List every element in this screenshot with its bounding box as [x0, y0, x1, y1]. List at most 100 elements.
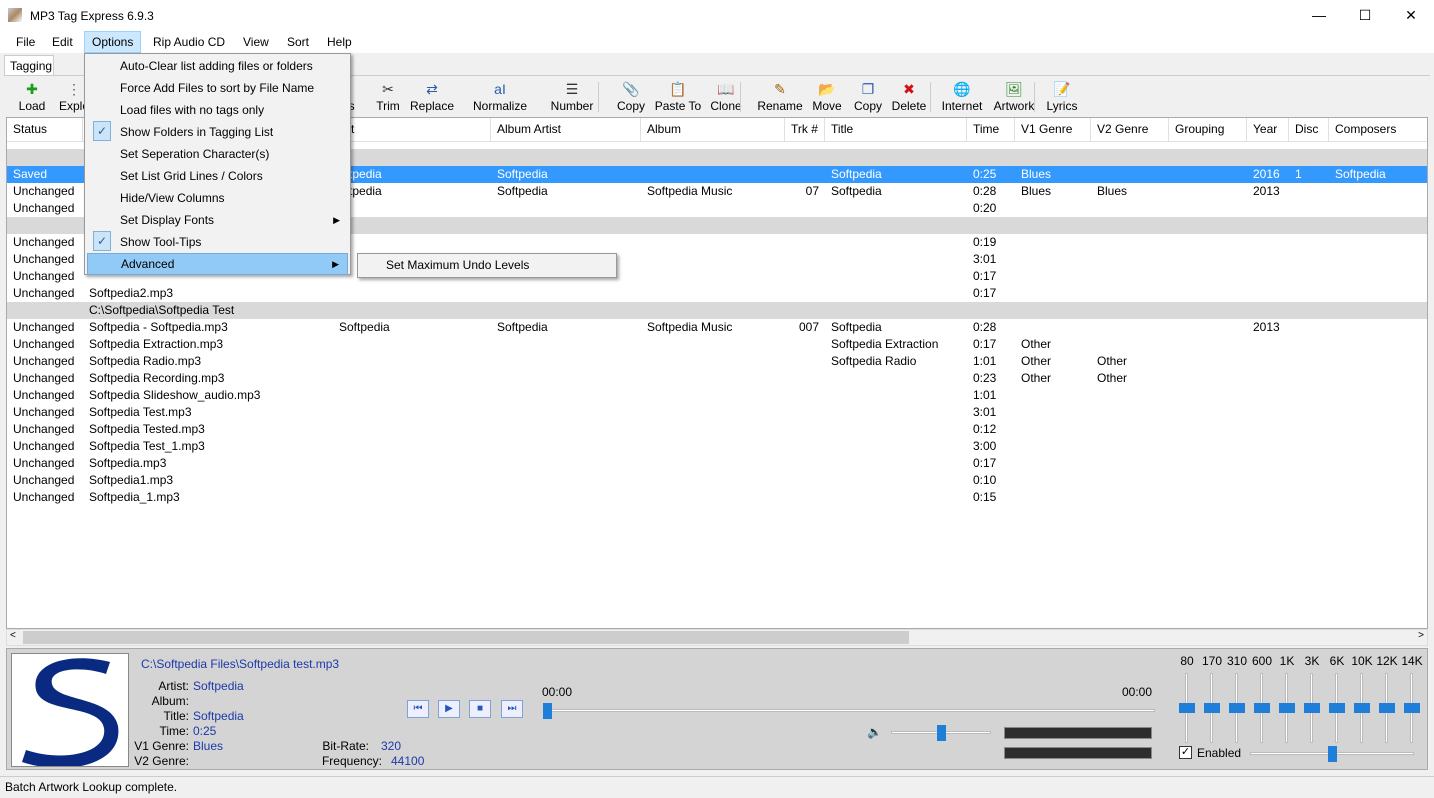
column-header-grouping[interactable]: Grouping: [1169, 118, 1247, 142]
menu-item-auto-clear-list-adding-files-or-folders[interactable]: Auto-Clear list adding files or folders: [87, 55, 348, 77]
table-row[interactable]: Unchanged Softpedia Radio.mp3 Softpedia Ra…: [7, 353, 1427, 370]
cell-album: Softpedia Music: [647, 184, 733, 198]
menu-edit[interactable]: Edit: [45, 31, 80, 53]
toolbar-lyrics-button[interactable]: 📝 Lyrics: [1044, 76, 1080, 118]
preamp-thumb[interactable]: [1328, 746, 1337, 762]
column-header-tist[interactable]: tist: [333, 118, 491, 142]
menu-item-load-files-with-no-tags-only[interactable]: Load files with no tags only: [87, 99, 348, 121]
column-header-disc[interactable]: Disc: [1289, 118, 1329, 142]
menu-item-hide-view-columns[interactable]: Hide/View Columns: [87, 187, 348, 209]
minimize-button[interactable]: —: [1296, 0, 1342, 31]
eq-band-thumb[interactable]: [1279, 703, 1295, 713]
toolbar-copy-button[interactable]: ❐ Copy: [850, 76, 886, 118]
eq-band-thumb[interactable]: [1254, 703, 1270, 713]
table-row[interactable]: Unchanged Softpedia - Softpedia.mp3 Softpe…: [7, 319, 1427, 336]
menu-options[interactable]: Options: [84, 31, 142, 53]
menu-item-label: Force Add Files to sort by File Name: [120, 81, 315, 95]
column-header-status[interactable]: Status: [7, 118, 83, 142]
seek-thumb[interactable]: [543, 703, 552, 719]
folder-group-row[interactable]: C:\Softpedia\Softpedia Test: [7, 302, 1427, 319]
horizontal-scrollbar[interactable]: < >: [6, 629, 1428, 646]
next-track-button[interactable]: ⏭: [501, 700, 523, 718]
menu-bar: File Edit Options Rip Audio CD View Sort…: [0, 31, 1434, 53]
table-row[interactable]: Unchanged Softpedia2.mp3 0:17: [7, 285, 1427, 302]
column-header-title[interactable]: Title: [825, 118, 967, 142]
toolbar-paste-to-button[interactable]: 📋 Paste To: [652, 76, 704, 118]
toolbar-load-button[interactable]: ✚ Load: [12, 76, 52, 118]
menu-sort[interactable]: Sort: [280, 31, 316, 53]
table-row[interactable]: Unchanged Softpedia.mp3 0:17: [7, 455, 1427, 472]
menu-item-force-add-files-to-sort-by-file-name[interactable]: Force Add Files to sort by File Name: [87, 77, 348, 99]
toolbar-trim-button[interactable]: ✂ Trim: [372, 76, 404, 118]
previous-track-button[interactable]: ⏮: [407, 700, 429, 718]
toolbar-normalize-button[interactable]: aI Normalize: [464, 76, 536, 118]
column-header-album[interactable]: Album: [641, 118, 785, 142]
table-row[interactable]: Unchanged Softpedia Test_1.mp3 3:00: [7, 438, 1427, 455]
eq-band-thumb[interactable]: [1204, 703, 1220, 713]
menu-file[interactable]: File: [9, 31, 42, 53]
maximize-button[interactable]: ☐: [1342, 0, 1388, 31]
seek-bar[interactable]: [547, 709, 1155, 712]
column-header-time[interactable]: Time: [967, 118, 1015, 142]
eq-band-thumb[interactable]: [1404, 703, 1420, 713]
eq-enabled-checkbox[interactable]: ✓: [1179, 746, 1192, 759]
eq-band-thumb[interactable]: [1379, 703, 1395, 713]
eq-band-thumb[interactable]: [1304, 703, 1320, 713]
column-header-v2-genre[interactable]: V2 Genre: [1091, 118, 1169, 142]
cell-status: Unchanged: [13, 405, 75, 419]
toolbar-delete-button[interactable]: ✖ Delete: [890, 76, 928, 118]
column-header-album-artist[interactable]: Album Artist: [491, 118, 641, 142]
column-header-trk[interactable]: Trk #: [785, 118, 825, 142]
cell-time: 0:25: [973, 167, 997, 181]
eq-band-label: 6K: [1329, 654, 1345, 668]
play-button[interactable]: ▶: [438, 700, 460, 718]
cell-file: Softpedia.mp3: [89, 456, 167, 470]
toolbar-copy-button[interactable]: 📎 Copy: [616, 76, 646, 118]
scroll-left-icon[interactable]: <: [10, 630, 16, 641]
toolbar-move-button[interactable]: 📂 Move: [810, 76, 844, 118]
toolbar-replace-button[interactable]: ⇄ Replace: [408, 76, 456, 118]
toolbar-artwork-button[interactable]: 🖼 Artwork: [990, 76, 1038, 118]
cell-file: Softpedia Tested.mp3: [89, 422, 205, 436]
skip-forward-icon: ⏭: [507, 703, 517, 714]
table-row[interactable]: Unchanged Softpedia Test.mp3 3:01: [7, 404, 1427, 421]
eq-band-thumb[interactable]: [1329, 703, 1345, 713]
toolbar-number-button[interactable]: ☰ Number: [544, 76, 600, 118]
eq-band-thumb[interactable]: [1179, 703, 1195, 713]
file-path-link[interactable]: C:\Softpedia Files\Softpedia test.mp3: [141, 657, 339, 671]
cell-album-artist: Softpedia: [497, 167, 548, 181]
column-header-v1-genre[interactable]: V1 Genre: [1015, 118, 1091, 142]
column-header-year[interactable]: Year: [1247, 118, 1289, 142]
table-row[interactable]: Unchanged Softpedia Recording.mp3 0:23 Othe…: [7, 370, 1427, 387]
toolbar-internet-button[interactable]: 🌐 Internet: [938, 76, 986, 118]
menu-item-show-folders-in-tagging-list[interactable]: Show Folders in Tagging List ✓: [87, 121, 348, 143]
menu-item-set-maximum-undo-levels[interactable]: Set Maximum Undo Levels: [386, 258, 529, 272]
scroll-right-icon[interactable]: >: [1418, 630, 1424, 641]
stop-button[interactable]: ■: [469, 700, 491, 718]
menu-help[interactable]: Help: [320, 31, 359, 53]
toolbar-clone-button[interactable]: 📖 Clone: [708, 76, 744, 118]
table-row[interactable]: Unchanged Softpedia_1.mp3 0:15: [7, 489, 1427, 506]
tab-tagging[interactable]: Tagging: [4, 55, 54, 76]
menu-item-set-list-grid-lines-colors[interactable]: Set List Grid Lines / Colors: [87, 165, 348, 187]
menu-rip-audio-cd[interactable]: Rip Audio CD: [146, 31, 232, 53]
volume-thumb[interactable]: [937, 725, 946, 741]
menu-item-show-tool-tips[interactable]: Show Tool-Tips ✓: [87, 231, 348, 253]
app-icon: [8, 8, 22, 22]
table-row[interactable]: Unchanged Softpedia Extraction.mp3 Softped…: [7, 336, 1427, 353]
menu-item-set-display-fonts[interactable]: Set Display Fonts ▶: [87, 209, 348, 231]
column-header-composers[interactable]: Composers: [1329, 118, 1427, 142]
toolbar-rename-button[interactable]: ✎ Rename: [756, 76, 804, 118]
cell-status: Unchanged: [13, 235, 75, 249]
menu-item-set-seperation-character-s[interactable]: Set Seperation Character(s): [87, 143, 348, 165]
scrollbar-thumb[interactable]: [23, 631, 909, 644]
toolbar-label: Delete: [891, 99, 927, 113]
table-row[interactable]: Unchanged Softpedia Tested.mp3 0:12: [7, 421, 1427, 438]
table-row[interactable]: Unchanged Softpedia Slideshow_audio.mp3 1:…: [7, 387, 1427, 404]
eq-band-thumb[interactable]: [1229, 703, 1245, 713]
table-row[interactable]: Unchanged Softpedia1.mp3 0:10: [7, 472, 1427, 489]
eq-band-thumb[interactable]: [1354, 703, 1370, 713]
close-button[interactable]: ✕: [1388, 0, 1434, 31]
menu-item-advanced[interactable]: Advanced ▶: [87, 253, 348, 275]
menu-view[interactable]: View: [236, 31, 276, 53]
